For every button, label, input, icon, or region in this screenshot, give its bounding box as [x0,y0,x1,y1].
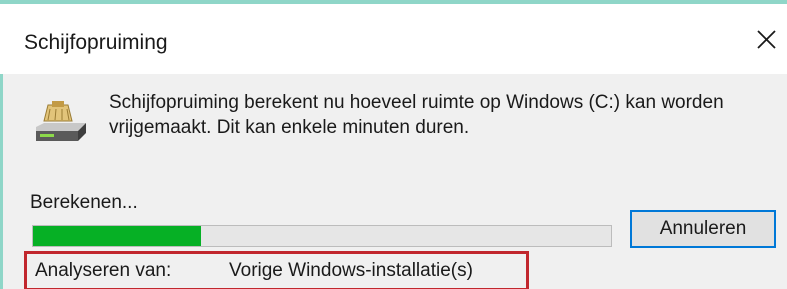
window-title: Schijfopruiming [24,31,168,54]
progress-bar [32,225,612,247]
analysis-highlight: Analyseren van: Vorige Windows-installat… [24,251,529,289]
progress-fill [33,226,201,246]
title-bar: Schijfopruiming [0,4,787,74]
disk-cleanup-icon [36,101,86,141]
cancel-button[interactable]: Annuleren [630,210,776,248]
close-icon [757,30,776,49]
close-button[interactable] [746,18,786,62]
cleanup-message: Schijfopruiming berekent nu hoeveel ruim… [109,92,724,138]
dialog-content: Schijfopruiming berekent nu hoeveel ruim… [3,74,787,289]
analysis-value: Vorige Windows-installatie(s) [229,260,473,281]
progress-label: Berekenen... [30,192,138,213]
analysis-label: Analyseren van: [35,260,172,281]
